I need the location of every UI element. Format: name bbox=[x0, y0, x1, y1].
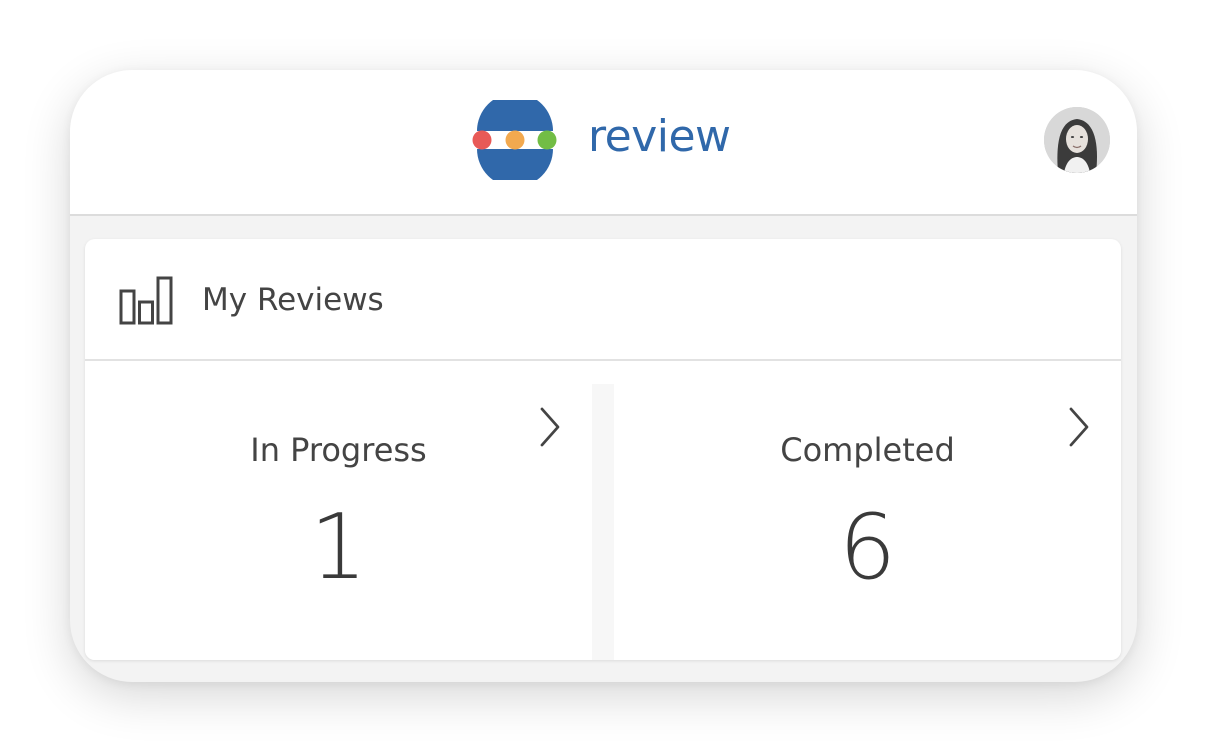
traffic-dots-logo-icon bbox=[472, 100, 558, 180]
user-avatar[interactable] bbox=[1044, 107, 1110, 173]
chevron-right-icon[interactable] bbox=[538, 406, 562, 448]
review-stats: In Progress 1 Completed 6 bbox=[85, 384, 1121, 660]
completed-count: 6 bbox=[838, 495, 897, 600]
in-progress-tile[interactable]: In Progress 1 bbox=[85, 384, 592, 660]
brand-name: review bbox=[588, 111, 731, 162]
card-title: My Reviews bbox=[202, 282, 384, 318]
app-header: review bbox=[70, 70, 1137, 216]
bar-chart-icon bbox=[119, 276, 173, 325]
app-window: review My Reviews In Progress 1 Complete… bbox=[70, 70, 1137, 682]
completed-label: Completed bbox=[780, 431, 955, 469]
brand-logo[interactable]: review bbox=[472, 100, 731, 180]
in-progress-label: In Progress bbox=[250, 431, 427, 469]
card-header: My Reviews bbox=[85, 239, 1121, 361]
chevron-right-icon[interactable] bbox=[1067, 406, 1091, 448]
in-progress-count: 1 bbox=[309, 495, 368, 600]
my-reviews-card: My Reviews In Progress 1 Completed 6 bbox=[85, 239, 1121, 660]
completed-tile[interactable]: Completed 6 bbox=[614, 384, 1121, 660]
avatar-photo bbox=[1044, 107, 1110, 173]
